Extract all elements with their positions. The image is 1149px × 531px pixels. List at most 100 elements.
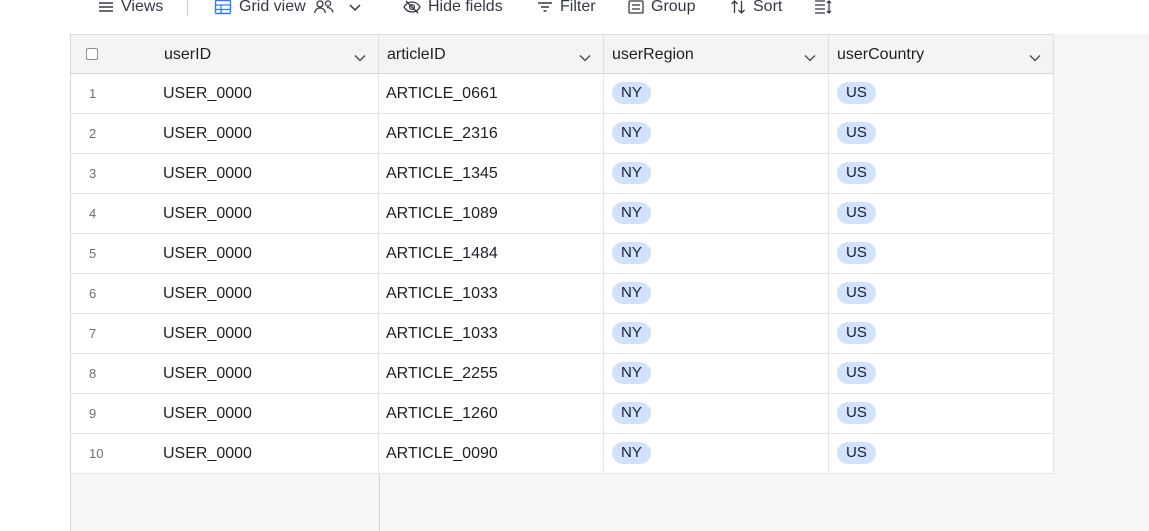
row-height-button[interactable] xyxy=(814,0,832,20)
row-number: 4 xyxy=(89,206,97,221)
header-userid[interactable]: userID xyxy=(71,35,379,74)
cell-articleid[interactable]: ARTICLE_1260 xyxy=(379,394,604,434)
chevron-down-icon[interactable] xyxy=(348,2,362,12)
cell-userregion[interactable]: NY xyxy=(604,74,829,114)
cell-userregion[interactable]: NY xyxy=(604,394,829,434)
cell-articleid[interactable]: ARTICLE_1033 xyxy=(379,314,604,354)
chevron-down-icon[interactable] xyxy=(579,49,591,67)
table-body: 1 USER_0000 ARTICLE_0661 NY US 2 USER_0000 ARTI… xyxy=(71,74,1054,474)
articleid-value: ARTICLE_2316 xyxy=(386,124,498,142)
cell-articleid[interactable]: ARTICLE_1484 xyxy=(379,234,604,274)
userid-value: USER_0000 xyxy=(163,324,252,342)
cell-userregion[interactable]: NY xyxy=(604,194,829,234)
cell-userregion[interactable]: NY xyxy=(604,434,829,474)
table-row[interactable]: 7 USER_0000 ARTICLE_1033 NY US xyxy=(71,314,1054,354)
table-row[interactable]: 5 USER_0000 ARTICLE_1484 NY US xyxy=(71,234,1054,274)
cell-articleid[interactable]: ARTICLE_2316 xyxy=(379,114,604,154)
country-pill: US xyxy=(837,281,876,304)
cell-articleid[interactable]: ARTICLE_1345 xyxy=(379,154,604,194)
articleid-value: ARTICLE_1033 xyxy=(386,284,498,302)
cell-articleid[interactable]: ARTICLE_0661 xyxy=(379,74,604,114)
cell-userid[interactable]: 4 USER_0000 xyxy=(71,194,379,234)
cell-usercountry[interactable]: US xyxy=(829,194,1054,234)
select-all-checkbox[interactable] xyxy=(86,48,98,60)
cell-usercountry[interactable]: US xyxy=(829,314,1054,354)
cell-usercountry[interactable]: US xyxy=(829,74,1054,114)
cell-usercountry[interactable]: US xyxy=(829,154,1054,194)
cell-articleid[interactable]: ARTICLE_0090 xyxy=(379,434,604,474)
header-articleid[interactable]: articleID xyxy=(379,35,604,74)
table-row[interactable]: 2 USER_0000 ARTICLE_2316 NY US xyxy=(71,114,1054,154)
cell-articleid[interactable]: ARTICLE_1089 xyxy=(379,194,604,234)
cell-userregion[interactable]: NY xyxy=(604,314,829,354)
row-height-icon xyxy=(814,0,832,15)
cell-userid[interactable]: 7 USER_0000 xyxy=(71,314,379,354)
sort-button[interactable]: Sort xyxy=(730,0,782,20)
table-row[interactable]: 4 USER_0000 ARTICLE_1089 NY US xyxy=(71,194,1054,234)
userid-value: USER_0000 xyxy=(163,404,252,422)
header-usercountry[interactable]: userCountry xyxy=(829,35,1054,74)
chevron-down-icon[interactable] xyxy=(1029,49,1041,67)
articleid-value: ARTICLE_1345 xyxy=(386,164,498,182)
userid-value: USER_0000 xyxy=(163,444,252,462)
cell-userregion[interactable]: NY xyxy=(604,354,829,394)
cell-userid[interactable]: 1 USER_0000 xyxy=(71,74,379,114)
filter-label: Filter xyxy=(560,0,596,15)
menu-icon xyxy=(98,0,114,14)
row-number: 10 xyxy=(89,446,104,461)
cell-userregion[interactable]: NY xyxy=(604,274,829,314)
chevron-down-icon[interactable] xyxy=(354,49,366,67)
cell-usercountry[interactable]: US xyxy=(829,114,1054,154)
filter-button[interactable]: Filter xyxy=(537,0,596,20)
cell-userregion[interactable]: NY xyxy=(604,234,829,274)
views-button[interactable]: Views xyxy=(98,0,163,20)
cell-userid[interactable]: 3 USER_0000 xyxy=(71,154,379,194)
header-userregion[interactable]: userRegion xyxy=(604,35,829,74)
articleid-value: ARTICLE_1260 xyxy=(386,404,498,422)
cell-userid[interactable]: 2 USER_0000 xyxy=(71,114,379,154)
region-pill: NY xyxy=(612,161,651,184)
hide-fields-button[interactable]: Hide fields xyxy=(403,0,503,20)
table-row[interactable]: 6 USER_0000 ARTICLE_1033 NY US xyxy=(71,274,1054,314)
table-row[interactable]: 8 USER_0000 ARTICLE_2255 NY US xyxy=(71,354,1054,394)
row-number: 6 xyxy=(89,286,97,301)
region-pill: NY xyxy=(612,441,651,464)
cell-articleid[interactable]: ARTICLE_2255 xyxy=(379,354,604,394)
header-label: userRegion xyxy=(612,45,694,63)
collaborators-icon xyxy=(313,0,335,15)
cell-userid[interactable]: 10 USER_0000 xyxy=(71,434,379,474)
cell-articleid[interactable]: ARTICLE_1033 xyxy=(379,274,604,314)
articleid-value: ARTICLE_1033 xyxy=(386,324,498,342)
region-pill: NY xyxy=(612,321,651,344)
cell-userid[interactable]: 6 USER_0000 xyxy=(71,274,379,314)
cell-usercountry[interactable]: US xyxy=(829,274,1054,314)
cell-userregion[interactable]: NY xyxy=(604,154,829,194)
eye-slash-icon xyxy=(403,0,421,14)
group-icon xyxy=(628,0,644,14)
row-number: 7 xyxy=(89,326,97,341)
country-pill: US xyxy=(837,241,876,264)
cell-userid[interactable]: 9 USER_0000 xyxy=(71,394,379,434)
chevron-down-icon[interactable] xyxy=(804,49,816,67)
region-pill: NY xyxy=(612,361,651,384)
cell-usercountry[interactable]: US xyxy=(829,394,1054,434)
row-number: 5 xyxy=(89,246,97,261)
table-row[interactable]: 10 USER_0000 ARTICLE_0090 NY US xyxy=(71,434,1054,474)
cell-usercountry[interactable]: US xyxy=(829,434,1054,474)
region-pill: NY xyxy=(612,401,651,424)
view-toolbar: Views Grid view Hide fields Filter Group xyxy=(0,0,1149,34)
country-pill: US xyxy=(837,441,876,464)
cell-usercountry[interactable]: US xyxy=(829,234,1054,274)
grid-view-label: Grid view xyxy=(239,0,306,15)
table-row[interactable]: 3 USER_0000 ARTICLE_1345 NY US xyxy=(71,154,1054,194)
table-row[interactable]: 9 USER_0000 ARTICLE_1260 NY US xyxy=(71,394,1054,434)
group-button[interactable]: Group xyxy=(628,0,695,20)
grid-view-button[interactable]: Grid view xyxy=(214,0,362,20)
userid-value: USER_0000 xyxy=(163,84,252,102)
cell-userid[interactable]: 5 USER_0000 xyxy=(71,234,379,274)
cell-usercountry[interactable]: US xyxy=(829,354,1054,394)
cell-userregion[interactable]: NY xyxy=(604,114,829,154)
userid-value: USER_0000 xyxy=(163,164,252,182)
cell-userid[interactable]: 8 USER_0000 xyxy=(71,354,379,394)
table-row[interactable]: 1 USER_0000 ARTICLE_0661 NY US xyxy=(71,74,1054,114)
